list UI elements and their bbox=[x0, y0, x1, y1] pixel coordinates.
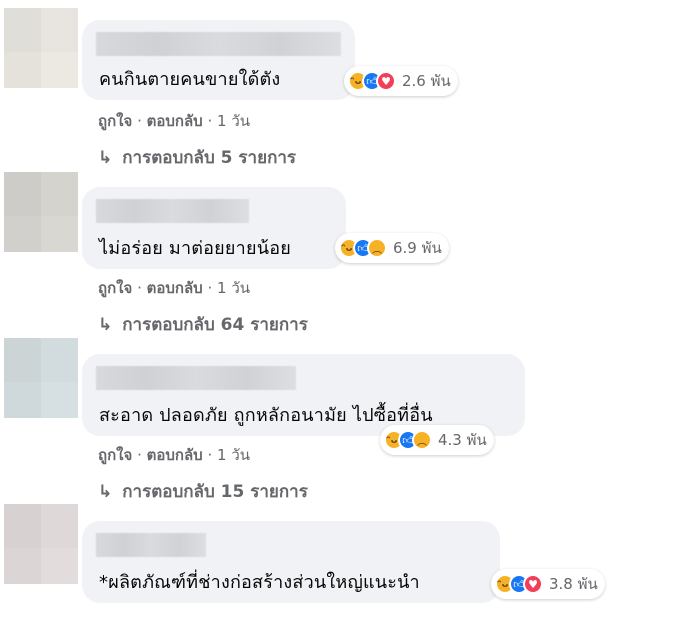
like-link[interactable]: ถูกใจ bbox=[98, 446, 132, 464]
reply-arrow-icon: ↳ bbox=[98, 147, 113, 168]
view-replies-button[interactable]: ↳ การตอบกลับ 64 รายการ bbox=[98, 311, 308, 338]
replies-label: การตอบกลับ 64 รายการ bbox=[122, 315, 308, 335]
comment-bubble: คนกินตายคนขายใด้ตัง bbox=[82, 20, 355, 100]
reply-link[interactable]: ตอบกลับ bbox=[147, 279, 203, 297]
reaction-count: 2.6 พัน bbox=[402, 72, 451, 90]
comment-actions: ถูกใจ · ตอบกลับ · 1 วัน bbox=[98, 276, 250, 300]
separator: · bbox=[207, 279, 218, 297]
avatar[interactable] bbox=[4, 338, 78, 418]
comment-actions: ถูกใจ · ตอบกลับ · 1 วัน bbox=[98, 109, 250, 133]
comment-bubble: สะอาด ปลอดภัย ถูกหลักอนามัย ไปซื้อที่อื่… bbox=[82, 354, 525, 436]
reaction-summary[interactable]: ᵔᴗᵔ 👍︎ ︵ 4.3 พัน bbox=[380, 425, 494, 455]
reply-arrow-icon: ↳ bbox=[98, 481, 113, 502]
love-icon: ♥ bbox=[376, 71, 396, 91]
like-link[interactable]: ถูกใจ bbox=[98, 112, 132, 130]
separator: · bbox=[207, 112, 218, 130]
reply-arrow-icon: ↳ bbox=[98, 314, 113, 335]
comment-text: *ผลิตภัณฑ์ที่ช่างก่อสร้างส่วนใหญ่แนะนำ bbox=[99, 572, 420, 593]
replies-label: การตอบกลับ 15 รายการ bbox=[122, 482, 308, 502]
reaction-count: 6.9 พัน bbox=[393, 239, 442, 257]
author-name-blurred[interactable] bbox=[96, 32, 341, 56]
reply-link[interactable]: ตอบกลับ bbox=[147, 112, 203, 130]
avatar[interactable] bbox=[4, 8, 78, 88]
comment-text: คนกินตายคนขายใด้ตัง bbox=[99, 69, 281, 90]
like-link[interactable]: ถูกใจ bbox=[98, 279, 132, 297]
avatar[interactable] bbox=[4, 172, 78, 252]
separator: · bbox=[137, 446, 147, 464]
sad-icon: ︵ bbox=[367, 238, 387, 258]
view-replies-button[interactable]: ↳ การตอบกลับ 5 รายการ bbox=[98, 144, 296, 171]
comment-text: สะอาด ปลอดภัย ถูกหลักอนามัย ไปซื้อที่อื่… bbox=[99, 405, 433, 426]
reaction-summary[interactable]: ᵔᴗᵔ 👍︎ ︵ 6.9 พัน bbox=[335, 233, 449, 263]
author-name-blurred[interactable] bbox=[96, 366, 296, 390]
timestamp[interactable]: 1 วัน bbox=[217, 279, 250, 297]
replies-label: การตอบกลับ 5 รายการ bbox=[122, 148, 297, 168]
separator: · bbox=[137, 279, 147, 297]
comment-bubble: *ผลิตภัณฑ์ที่ช่างก่อสร้างส่วนใหญ่แนะนำ bbox=[82, 521, 500, 603]
reaction-summary[interactable]: ᵔᴗᵔ 👍︎ ♥ 2.6 พัน bbox=[344, 66, 458, 96]
comment-text: ไม่อร่อย มาต่อยยายน้อย bbox=[99, 238, 291, 259]
separator: · bbox=[137, 112, 147, 130]
timestamp[interactable]: 1 วัน bbox=[217, 446, 250, 464]
view-replies-button[interactable]: ↳ การตอบกลับ 15 รายการ bbox=[98, 478, 308, 505]
author-name-blurred[interactable] bbox=[96, 199, 249, 223]
comment-bubble: ไม่อร่อย มาต่อยยายน้อย bbox=[82, 187, 346, 269]
timestamp[interactable]: 1 วัน bbox=[217, 112, 250, 130]
reaction-summary[interactable]: ᵔᴗᵔ 👍︎ ♥ 3.8 พัน bbox=[491, 569, 605, 599]
author-name-blurred[interactable] bbox=[96, 533, 206, 557]
reply-link[interactable]: ตอบกลับ bbox=[147, 446, 203, 464]
reaction-count: 4.3 พัน bbox=[438, 431, 487, 449]
reaction-count: 3.8 พัน bbox=[549, 575, 598, 593]
comment-actions: ถูกใจ · ตอบกลับ · 1 วัน bbox=[98, 443, 250, 467]
sad-icon: ︵ bbox=[412, 430, 432, 450]
avatar[interactable] bbox=[4, 504, 78, 584]
separator: · bbox=[207, 446, 218, 464]
love-icon: ♥ bbox=[523, 574, 543, 594]
